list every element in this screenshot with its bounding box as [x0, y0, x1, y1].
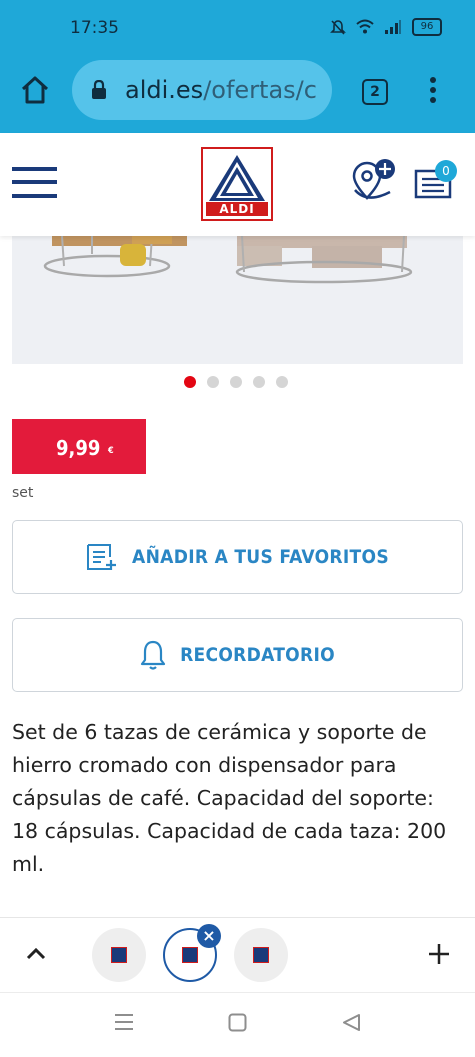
add-to-favorites-button[interactable]: AÑADIR A TUS FAVORITOS — [12, 520, 463, 594]
tab-switcher-button[interactable]: 2 — [362, 79, 388, 105]
mute-icon — [330, 20, 346, 35]
more-options-icon[interactable] — [428, 76, 438, 104]
tab-thumbnail-1[interactable] — [92, 928, 146, 982]
carousel-dot-3[interactable] — [230, 376, 242, 388]
chevron-up-icon[interactable] — [25, 945, 47, 961]
reminder-label: RECORDATORIO — [180, 644, 335, 666]
home-nav-icon[interactable] — [228, 1013, 247, 1032]
status-icons: 96 — [330, 18, 442, 36]
carousel-dot-4[interactable] — [253, 376, 265, 388]
product-image[interactable] — [12, 236, 463, 364]
battery-indicator: 96 — [412, 18, 442, 36]
recents-icon[interactable] — [114, 1013, 134, 1031]
add-to-list-icon — [87, 544, 117, 570]
product-description: Set de 6 tazas de cerámica y soporte de … — [12, 720, 447, 876]
bell-icon — [140, 640, 166, 670]
tab-thumbnail-3[interactable] — [234, 928, 288, 982]
wifi-icon — [356, 19, 374, 34]
back-icon[interactable] — [341, 1013, 361, 1032]
home-icon[interactable] — [20, 76, 50, 104]
hamburger-menu-icon[interactable] — [12, 167, 57, 199]
aldi-favicon-icon — [253, 947, 269, 963]
signal-icon — [385, 20, 401, 34]
aldi-favicon-icon — [182, 947, 198, 963]
product-photo — [43, 236, 413, 284]
reminder-button[interactable]: RECORDATORIO — [12, 618, 463, 692]
url-host: aldi.es — [125, 76, 204, 104]
status-time: 17:35 — [70, 18, 119, 38]
store-locator-icon[interactable] — [352, 158, 398, 204]
url-path: /ofertas/c — [203, 76, 317, 104]
close-tab-button[interactable]: × — [197, 924, 221, 948]
carousel-indicators — [184, 376, 288, 388]
url-text[interactable]: aldi.es/ofertas/c — [125, 76, 323, 104]
price-unit: set — [12, 485, 34, 501]
add-to-favorites-label: AÑADIR A TUS FAVORITOS — [132, 546, 389, 568]
carousel-dot-1[interactable] — [184, 376, 196, 388]
close-icon: × — [202, 926, 216, 945]
lock-icon — [92, 80, 106, 99]
price-tag: 9,99 € — [12, 419, 146, 474]
price-currency: € — [108, 446, 114, 456]
carousel-dot-5[interactable] — [276, 376, 288, 388]
plus-icon[interactable] — [427, 942, 451, 966]
list-count-badge: 0 — [435, 160, 457, 182]
aldi-logo-text: ALDI — [219, 202, 255, 216]
aldi-logo[interactable]: ALDI — [201, 147, 273, 221]
aldi-favicon-icon — [111, 947, 127, 963]
price-value: 9,99 — [56, 436, 101, 460]
carousel-dot-2[interactable] — [207, 376, 219, 388]
